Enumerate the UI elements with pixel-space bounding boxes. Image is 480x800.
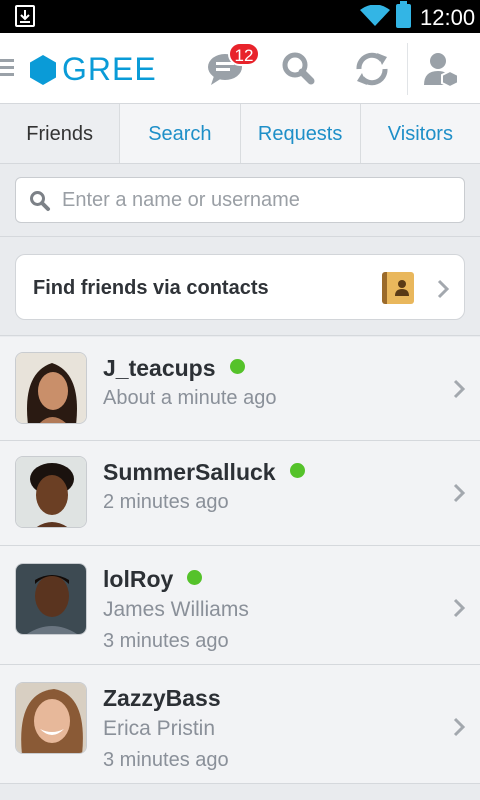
friend-last-seen: About a minute ago [103,387,277,409]
menu-icon[interactable] [0,59,16,79]
friend-row[interactable]: J_teacups About a minute ago [0,337,480,441]
search-icon [282,52,315,85]
find-friends-label: Find friends via contacts [33,277,269,299]
online-status-dot [289,463,305,478]
tab-bar: Friends Search Requests Visitors [0,104,480,164]
friend-username: J_teacups [103,355,245,382]
logo-text: GREE [62,51,157,87]
friend-search-box [15,177,465,223]
chevron-right-icon [453,379,466,399]
header-divider [407,43,408,95]
chevron-right-icon [453,598,466,618]
tab-visitors[interactable]: Visitors [360,104,480,163]
friend-search-area [0,165,480,237]
wifi-icon [360,5,390,26]
chevron-right-icon [437,279,450,299]
friend-username: SummerSalluck [103,459,305,486]
friend-search-input[interactable] [62,178,457,222]
address-book-icon [382,272,414,304]
friend-last-seen: 2 minutes ago [103,491,229,513]
status-bar: 12:00 [0,0,480,33]
profile-button[interactable] [420,47,464,91]
gree-logo: GREE [30,51,157,88]
clock: 12:00 [420,5,476,30]
friend-row[interactable]: ZazzyBass Erica Pristin 3 minutes ago [0,665,480,784]
avatar [15,682,87,754]
friend-list: J_teacups About a minute ago SummerSallu… [0,337,480,784]
online-status-dot [187,570,203,585]
tab-requests[interactable]: Requests [240,104,361,163]
avatar [15,563,87,635]
friend-row[interactable]: SummerSalluck 2 minutes ago [0,441,480,546]
online-status-dot [229,359,245,374]
friend-real-name: Erica Pristin [103,717,216,740]
contacts-section: Find friends via contacts [0,238,480,336]
search-field-icon [30,191,50,211]
app-header: GREE 12 [0,33,480,104]
find-friends-contacts-button[interactable]: Find friends via contacts [15,254,465,320]
friend-last-seen: 3 minutes ago [103,630,229,652]
avatar [15,352,87,424]
profile-icon [424,53,459,89]
friend-row[interactable]: lolRoy James Williams 3 minutes ago [0,546,480,665]
tab-search[interactable]: Search [120,104,241,163]
chevron-right-icon [453,483,466,503]
friend-username: ZazzyBass [103,685,221,711]
refresh-icon [356,52,388,86]
refresh-button[interactable] [350,47,394,91]
avatar [15,456,87,528]
message-count-badge: 12 [228,42,260,66]
friend-username: lolRoy [103,566,203,593]
friend-last-seen: 3 minutes ago [103,749,229,771]
friend-real-name: James Williams [103,598,249,621]
hexagon-icon [30,54,56,85]
download-icon [15,5,35,27]
chevron-right-icon [453,717,466,737]
header-search-button[interactable] [276,47,320,91]
battery-icon [396,1,411,28]
tab-friends[interactable]: Friends [0,104,121,163]
